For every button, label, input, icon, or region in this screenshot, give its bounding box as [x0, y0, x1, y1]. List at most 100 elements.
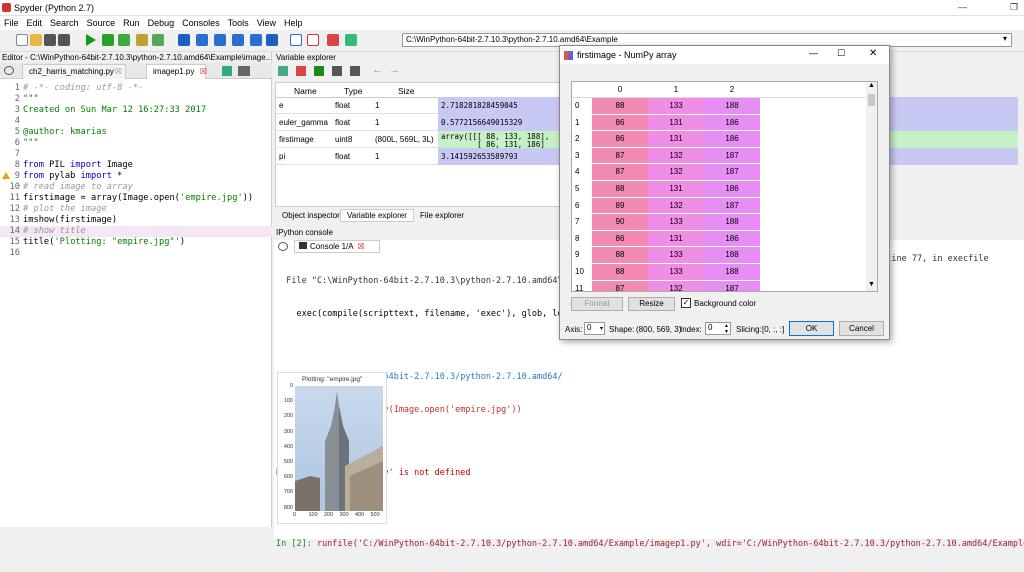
- run-cell-advance-icon[interactable]: [136, 34, 148, 46]
- run-file-icon[interactable]: [102, 34, 114, 46]
- close-icon[interactable]: ☒: [358, 242, 365, 251]
- step-return-icon[interactable]: [232, 34, 244, 46]
- row-header[interactable]: 5: [572, 181, 588, 198]
- row-header[interactable]: 7: [572, 214, 588, 231]
- code-line[interactable]: 16: [0, 248, 272, 259]
- menu-item-tools[interactable]: Tools: [224, 16, 253, 30]
- menu-item-run[interactable]: Run: [119, 16, 144, 30]
- row-header[interactable]: 4: [572, 164, 588, 181]
- close-icon[interactable]: ✕: [869, 48, 877, 59]
- code-line[interactable]: 4: [0, 116, 272, 127]
- code-line[interactable]: 6 """: [0, 138, 272, 149]
- array-cell[interactable]: 87: [592, 164, 648, 181]
- save-all-icon[interactable]: [58, 34, 70, 46]
- run-cell-icon[interactable]: [118, 34, 130, 46]
- tab-object-inspector[interactable]: Object inspector: [282, 211, 340, 220]
- minimize-icon[interactable]: —: [809, 48, 818, 58]
- format-button[interactable]: Format: [571, 297, 623, 311]
- array-cell[interactable]: 133: [648, 98, 704, 115]
- row-header[interactable]: 2: [572, 131, 588, 148]
- maximize-icon[interactable]: ❐: [1010, 2, 1018, 13]
- array-cell[interactable]: 87: [592, 147, 648, 165]
- menu-item-search[interactable]: Search: [46, 16, 83, 30]
- console-tab[interactable]: Console 1/A ☒: [294, 240, 380, 253]
- tab-imagep1[interactable]: imagep1.py ☒: [146, 64, 207, 79]
- array-cell[interactable]: 187: [704, 197, 760, 215]
- save-icon[interactable]: [44, 34, 56, 46]
- stop-debug-icon[interactable]: [266, 34, 278, 46]
- array-cell[interactable]: 133: [648, 247, 704, 264]
- array-cell[interactable]: 131: [648, 230, 704, 248]
- step-into-icon[interactable]: [214, 34, 226, 46]
- code-line[interactable]: 14 # show title: [0, 226, 272, 237]
- scroll-thumb[interactable]: [868, 94, 875, 106]
- array-cell[interactable]: 132: [648, 147, 704, 165]
- close-icon[interactable]: ☒: [200, 65, 207, 79]
- ok-button[interactable]: OK: [789, 321, 834, 336]
- scroll-up-icon[interactable]: ▲: [868, 82, 875, 89]
- tab-ch2-harris-matching[interactable]: ch2_harris_matching.py ☒: [22, 64, 126, 79]
- run-selection-icon[interactable]: [152, 34, 164, 46]
- array-cell[interactable]: 188: [704, 247, 760, 264]
- array-cell[interactable]: 88: [592, 181, 648, 198]
- row-header[interactable]: 6: [572, 198, 588, 215]
- array-cell[interactable]: 187: [704, 147, 760, 165]
- array-cell[interactable]: 131: [648, 114, 704, 132]
- python-path-icon[interactable]: [345, 34, 357, 46]
- file-list-icon[interactable]: [4, 66, 14, 75]
- array-cell[interactable]: 133: [648, 214, 704, 231]
- code-line[interactable]: 12 # plot the image: [0, 204, 272, 215]
- code-line[interactable]: 7: [0, 149, 272, 160]
- menu-item-file[interactable]: File: [0, 16, 23, 30]
- menu-item-edit[interactable]: Edit: [23, 16, 47, 30]
- array-cell[interactable]: 86: [592, 131, 648, 148]
- array-cell[interactable]: 188: [704, 214, 760, 231]
- array-cell[interactable]: 186: [704, 114, 760, 132]
- array-cell[interactable]: 87: [592, 280, 648, 291]
- remove-all-icon[interactable]: [296, 66, 306, 76]
- code-line[interactable]: 9 from pylab import *: [0, 171, 272, 182]
- code-line[interactable]: 3 Created on Sun Mar 12 16:27:33 2017: [0, 105, 272, 116]
- row-header[interactable]: 11: [572, 281, 588, 291]
- column-header-name[interactable]: Name: [294, 86, 317, 96]
- array-cell[interactable]: 186: [704, 131, 760, 148]
- run-icon[interactable]: [86, 34, 96, 46]
- array-cell[interactable]: 86: [592, 114, 648, 132]
- menu-item-debug[interactable]: Debug: [144, 16, 179, 30]
- axis-select[interactable]: 0 ▾: [584, 322, 605, 335]
- chevron-down-icon[interactable]: ▾: [1003, 34, 1007, 43]
- row-header[interactable]: 9: [572, 247, 588, 264]
- resize-button[interactable]: Resize: [628, 297, 675, 311]
- code-line[interactable]: 13 imshow(firstimage): [0, 215, 272, 226]
- array-cell[interactable]: 88: [592, 98, 648, 115]
- row-header[interactable]: 1: [572, 115, 588, 132]
- code-line[interactable]: 5 @author: kmarias: [0, 127, 272, 138]
- maximize-icon[interactable]: ☐: [837, 48, 845, 59]
- array-cell[interactable]: 131: [648, 131, 704, 148]
- column-header-type[interactable]: Type: [344, 86, 362, 96]
- code-line[interactable]: 10 # read image to array: [0, 182, 272, 193]
- minimize-icon[interactable]: —: [958, 2, 967, 12]
- column-header[interactable]: 0: [592, 82, 648, 98]
- column-header[interactable]: 1: [648, 82, 704, 98]
- array-cell[interactable]: 86: [592, 230, 648, 248]
- array-cell[interactable]: 188: [704, 98, 760, 115]
- menu-item-view[interactable]: View: [253, 16, 280, 30]
- debug-icon[interactable]: [178, 34, 190, 46]
- save-icon[interactable]: [332, 66, 342, 76]
- column-header-size[interactable]: Size: [398, 86, 415, 96]
- row-header[interactable]: 10: [572, 264, 588, 281]
- array-cell[interactable]: 90: [592, 214, 648, 231]
- new-file-icon[interactable]: [16, 34, 28, 46]
- code-editor[interactable]: 1 # -*- coding: utf-8 -*- 2 """ 3 Created on …: [0, 83, 272, 283]
- array-cell[interactable]: 88: [592, 247, 648, 264]
- cancel-button[interactable]: Cancel: [839, 321, 884, 336]
- row-header[interactable]: 8: [572, 231, 588, 248]
- array-cell[interactable]: 186: [704, 181, 760, 198]
- array-cell[interactable]: 186: [704, 230, 760, 248]
- array-cell[interactable]: 132: [648, 280, 704, 291]
- step-icon[interactable]: [196, 34, 208, 46]
- array-cell[interactable]: 131: [648, 181, 704, 198]
- array-cell[interactable]: 188: [704, 264, 760, 281]
- spin-icon[interactable]: ▲ ▼: [724, 323, 729, 335]
